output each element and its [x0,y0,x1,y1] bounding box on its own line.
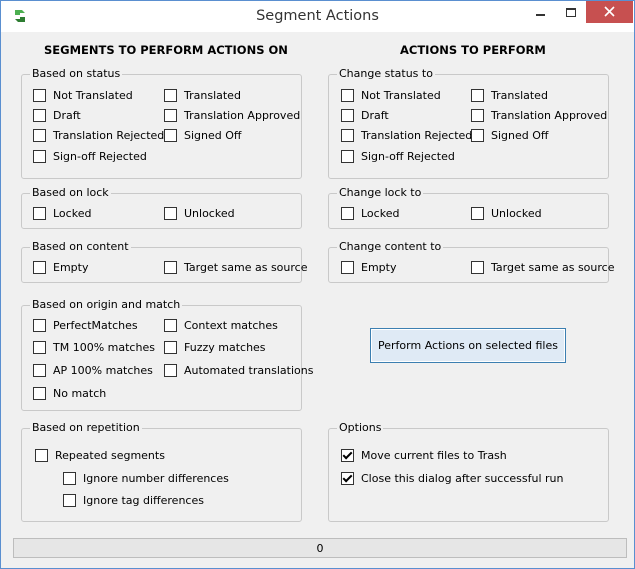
based-on-origin-group: Based on origin and match PerfectMatches… [21,298,313,411]
origin-fuzzy-matches-checkbox[interactable]: Fuzzy matches [164,339,266,355]
based-on-lock-group: Based on lock Locked Unlocked [21,186,302,229]
group-legend: Based on repetition [30,421,142,435]
segments-heading: SEGMENTS TO PERFORM ACTIONS ON [44,43,288,57]
change-empty-checkbox[interactable]: Empty [341,259,396,275]
status-bar: 0 [13,538,627,558]
origin-automated-translations-checkbox[interactable]: Automated translations [164,362,313,378]
checkbox-box[interactable] [341,128,354,142]
checkbox-box[interactable] [341,206,354,220]
change-locked-checkbox[interactable]: Locked [341,205,399,221]
minimize-icon[interactable] [525,1,555,23]
options-group: Options Move current files to Trash Clos… [328,421,609,522]
origin-perfect-matches-checkbox[interactable]: PerfectMatches [33,317,138,333]
change-content-group: Change content to Empty Target same as s… [328,240,614,283]
checkbox-box[interactable] [341,260,354,274]
actions-heading: ACTIONS TO PERFORM [400,43,546,57]
dialog-body: SEGMENTS TO PERFORM ACTIONS ON ACTIONS T… [9,32,627,560]
checkbox-box[interactable] [33,340,46,354]
checkbox-box[interactable] [471,88,484,102]
perform-actions-button[interactable]: Perform Actions on selected files [370,328,566,363]
status-translation-approved-checkbox[interactable]: Translation Approved [164,107,300,123]
ignore-number-differences-checkbox[interactable]: Ignore number differences [63,470,229,486]
group-legend: Based on origin and match [30,298,183,312]
status-translated-checkbox[interactable]: Translated [164,87,241,103]
group-legend: Options [337,421,384,435]
close-button[interactable] [586,1,633,23]
checkbox-box[interactable] [33,260,46,274]
checkbox-box[interactable] [164,206,177,220]
change-translation-approved-checkbox[interactable]: Translation Approved [471,107,607,123]
group-legend: Change content to [337,240,444,254]
move-to-trash-checkbox[interactable]: Move current files to Trash [341,447,507,463]
checkbox-box[interactable] [33,206,46,220]
checkbox-box[interactable] [63,493,76,507]
change-target-same-checkbox[interactable]: Target same as source [471,259,614,275]
lock-unlocked-checkbox[interactable]: Unlocked [164,205,235,221]
close-dialog-checkbox[interactable]: Close this dialog after successful run [341,470,564,486]
checkbox-box[interactable] [164,128,177,142]
change-status-group: Change status to Not Translated Translat… [328,67,609,179]
close-icon [604,6,615,17]
checkbox-box[interactable] [341,88,354,102]
processed-count: 0 [316,541,324,555]
status-draft-checkbox[interactable]: Draft [33,107,81,123]
checkbox-box[interactable] [471,206,484,220]
checkbox-box[interactable] [341,448,354,462]
checkbox-box[interactable] [33,318,46,332]
repeated-segments-checkbox[interactable]: Repeated segments [35,447,165,463]
based-on-status-group: Based on status Not Translated Translate… [21,67,302,179]
group-legend: Change lock to [337,186,424,200]
checkbox-box[interactable] [164,108,177,122]
group-legend: Based on lock [30,186,111,200]
checkbox-box[interactable] [33,363,46,377]
checkbox-box[interactable] [164,88,177,102]
content-target-same-checkbox[interactable]: Target same as source [164,259,307,275]
group-legend: Change status to [337,67,435,81]
status-signed-off-checkbox[interactable]: Signed Off [164,127,241,143]
checkbox-box[interactable] [33,128,46,142]
origin-ap-100-checkbox[interactable]: AP 100% matches [33,362,153,378]
checkbox-box[interactable] [341,471,354,485]
change-sign-off-rejected-checkbox[interactable]: Sign-off Rejected [341,148,455,164]
group-legend: Based on content [30,240,131,254]
checkbox-box[interactable] [471,128,484,142]
checkbox-box[interactable] [33,386,46,400]
checkbox-box[interactable] [341,108,354,122]
maximize-icon[interactable] [556,1,586,23]
lock-locked-checkbox[interactable]: Locked [33,205,91,221]
based-on-repetition-group: Based on repetition Repeated segments Ig… [21,421,302,522]
title-bar: Segment Actions [1,1,634,32]
change-translation-rejected-checkbox[interactable]: Translation Rejected [341,127,472,143]
origin-tm-100-checkbox[interactable]: TM 100% matches [33,339,155,355]
checkbox-box[interactable] [164,318,177,332]
checkbox-box[interactable] [63,471,76,485]
status-sign-off-rejected-checkbox[interactable]: Sign-off Rejected [33,148,147,164]
checkbox-box[interactable] [33,149,46,163]
checkbox-box[interactable] [33,88,46,102]
checkbox-box[interactable] [341,149,354,163]
checkbox-box[interactable] [164,363,177,377]
origin-context-matches-checkbox[interactable]: Context matches [164,317,278,333]
group-legend: Based on status [30,67,123,81]
content-empty-checkbox[interactable]: Empty [33,259,88,275]
change-lock-group: Change lock to Locked Unlocked [328,186,609,229]
change-unlocked-checkbox[interactable]: Unlocked [471,205,542,221]
checkbox-box[interactable] [35,448,48,462]
change-translated-checkbox[interactable]: Translated [471,87,548,103]
checkbox-box[interactable] [471,260,484,274]
segment-actions-window: Segment Actions SEGMENTS TO PERFORM ACTI… [0,0,635,569]
ignore-tag-differences-checkbox[interactable]: Ignore tag differences [63,492,204,508]
checkbox-box[interactable] [33,108,46,122]
status-not-translated-checkbox[interactable]: Not Translated [33,87,133,103]
change-not-translated-checkbox[interactable]: Not Translated [341,87,441,103]
change-signed-off-checkbox[interactable]: Signed Off [471,127,548,143]
checkbox-box[interactable] [164,260,177,274]
origin-no-match-checkbox[interactable]: No match [33,385,106,401]
checkbox-box[interactable] [164,340,177,354]
checkbox-box[interactable] [471,108,484,122]
based-on-content-group: Based on content Empty Target same as so… [21,240,307,283]
change-draft-checkbox[interactable]: Draft [341,107,389,123]
status-translation-rejected-checkbox[interactable]: Translation Rejected [33,127,164,143]
